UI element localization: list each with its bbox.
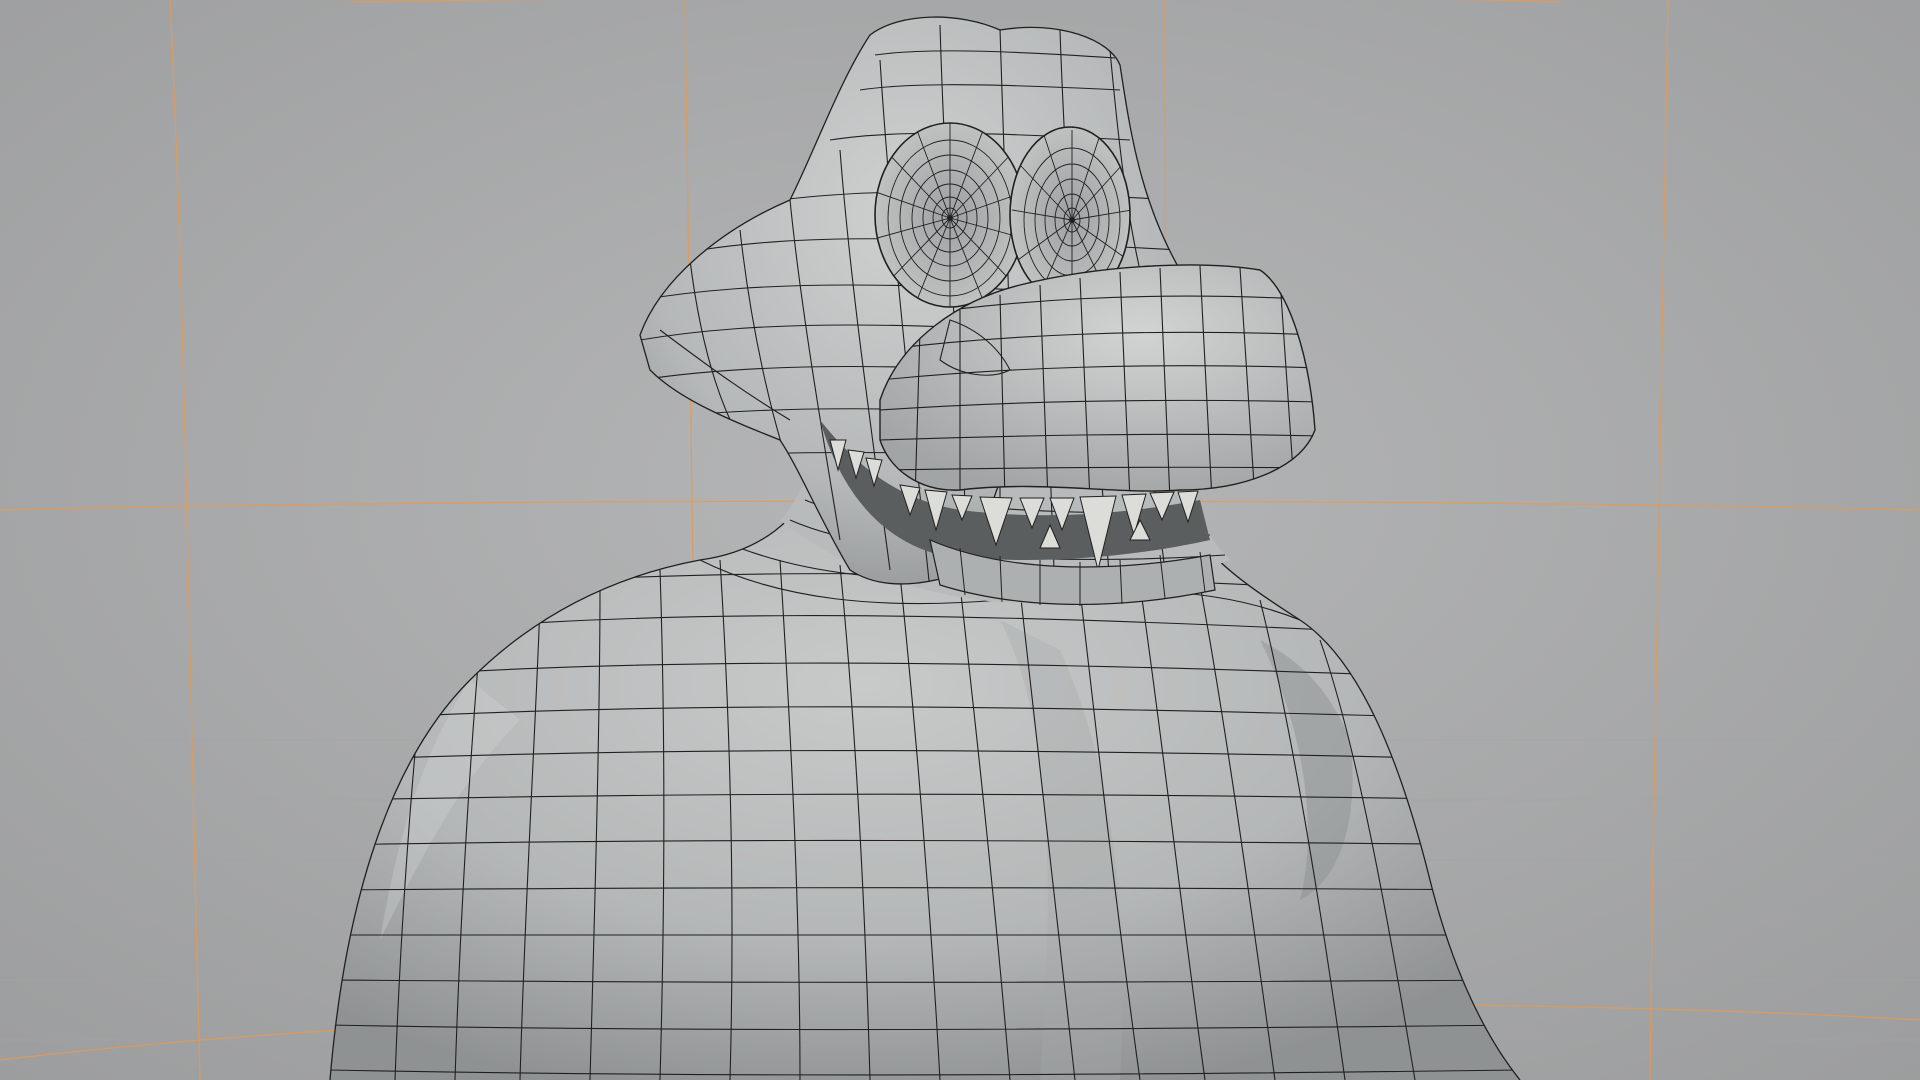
viewport-canvas[interactable] [0,0,1920,1080]
3d-viewport[interactable] [0,0,1920,1080]
